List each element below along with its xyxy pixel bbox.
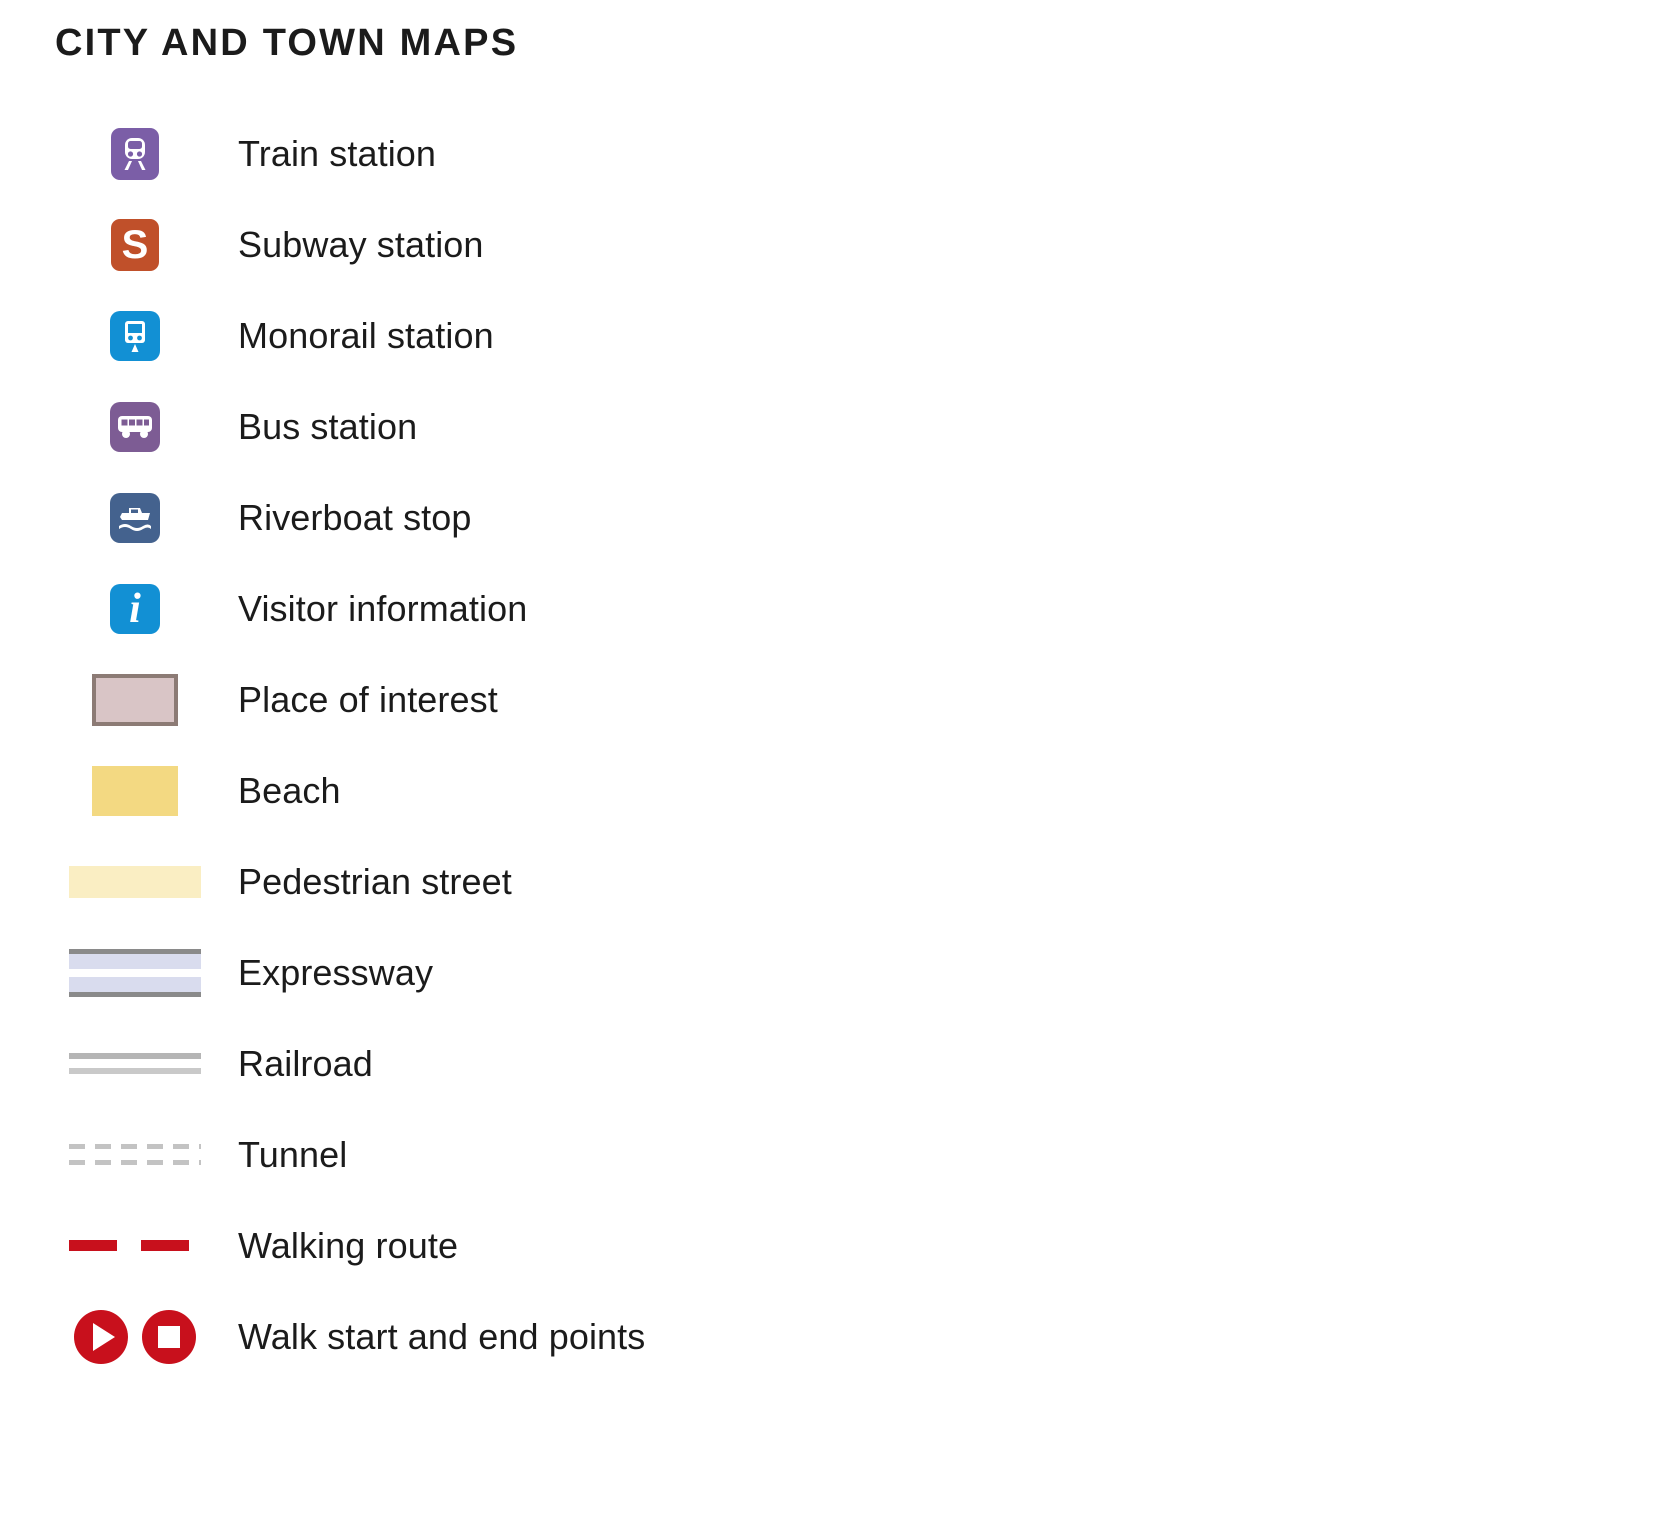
legend-label: Railroad — [238, 1042, 373, 1084]
symbol-cell — [40, 492, 230, 543]
legend-row-walking-route: Walking route — [0, 1200, 860, 1291]
symbol-cell — [40, 401, 230, 452]
subway-station-icon: S — [111, 218, 159, 271]
legend-row-train-station: Train station — [0, 108, 860, 199]
legend-row-walk-start-end-points: Walk start and end points — [0, 1291, 860, 1382]
legend-row-international-airport: International airport — [860, 108, 1666, 199]
legend-row-other-road: Other road — [860, 381, 1666, 472]
legend-row-place-of-interest: Place of interest — [0, 654, 860, 745]
walk-start-point-icon — [74, 1309, 128, 1364]
legend-label: Expressway — [238, 951, 434, 993]
legend-row-prefecture-boundary: Prefecture boundary — [860, 836, 1666, 927]
legend-label: Beach — [238, 769, 341, 811]
pedestrian-street-swatch — [69, 865, 201, 898]
legend-row-other-railroad: Other railroad — [860, 654, 1666, 745]
monorail-station-icon — [110, 310, 160, 361]
symbol-cell — [40, 310, 230, 361]
legend-row-pedestrian-street: Pedestrian street — [0, 836, 860, 927]
legend-label: Place of interest — [238, 678, 498, 720]
symbol-cell: S — [40, 218, 230, 271]
legend-label: Visitor information — [238, 587, 528, 629]
legend-label: Train station — [238, 132, 437, 174]
legend-rows-regional: International airport Expressway — [860, 108, 1666, 927]
legend-label: Bus station — [238, 405, 418, 447]
walk-start-end-points — [74, 1309, 196, 1364]
beach-swatch — [92, 765, 178, 816]
legend-row-tunnel: Tunnel — [0, 1109, 860, 1200]
symbol-cell — [40, 765, 230, 816]
legend-label: Subway station — [238, 223, 484, 265]
legend-row-shinkansen-railroad: Shinkansen railroad — [860, 563, 1666, 654]
expressway-line — [69, 948, 201, 997]
legend-row-road-tunnel: Road tunnel — [860, 472, 1666, 563]
legend-row-beach: Beach — [0, 745, 860, 836]
stop-square-icon — [158, 1325, 180, 1348]
legend-row-railroad: Railroad — [0, 1018, 860, 1109]
legend-row-main-road: Main road — [860, 290, 1666, 381]
information-letter-i: i — [129, 585, 141, 632]
symbol-cell — [40, 127, 230, 180]
train-station-icon — [111, 127, 159, 180]
walk-end-point-icon — [142, 1309, 196, 1364]
legend-row-monorail-station: Monorail station — [0, 290, 860, 381]
symbol-cell: i — [40, 583, 230, 634]
legend-row-subway-station: S Subway station — [0, 199, 860, 290]
walking-route-line — [69, 1240, 201, 1251]
legend-label: Walking route — [238, 1224, 459, 1266]
symbol-cell — [40, 1240, 230, 1251]
symbol-cell — [40, 1053, 230, 1074]
legend-row-bus-station: Bus station — [0, 381, 860, 472]
legend-row-visitor-information: i Visitor information — [0, 563, 860, 654]
riverboat-stop-icon — [110, 492, 160, 543]
legend-row-expressway-city: Expressway — [0, 927, 860, 1018]
bus-station-icon — [110, 401, 160, 452]
legend-label: Monorail station — [238, 314, 494, 356]
visitor-information-icon: i — [110, 583, 160, 634]
legend-label: Walk start and end points — [238, 1315, 646, 1357]
symbol-cell — [40, 948, 230, 997]
subway-letter-s: S — [121, 222, 149, 267]
legend-row-expressway-regional: Expressway — [860, 199, 1666, 290]
symbol-cell — [40, 673, 230, 726]
play-triangle-icon — [93, 1322, 115, 1351]
legend-row-riverboat-stop: Riverboat stop — [0, 472, 860, 563]
column-title-city-and-town-maps: CITY AND TOWN MAPS — [55, 22, 519, 64]
legend-rows-city: Train station S Subway station Monorail … — [0, 108, 860, 1382]
tunnel-line — [69, 1144, 201, 1165]
legend-label: Pedestrian street — [238, 860, 512, 902]
legend-column-city-and-town-maps: CITY AND TOWN MAPS Train station S Subwa… — [0, 0, 860, 1536]
legend-label: Tunnel — [238, 1133, 348, 1175]
symbol-cell — [40, 1144, 230, 1165]
legend-label: Riverboat stop — [238, 496, 472, 538]
legend-row-summit: Summit — [860, 745, 1666, 836]
symbol-cell — [40, 865, 230, 898]
map-legend: CITY AND TOWN MAPS Train station S Subwa… — [0, 0, 1666, 1536]
legend-column-regional-maps: REGIONAL MAPS International airport — [860, 0, 1666, 1536]
railroad-line — [69, 1053, 201, 1074]
symbol-cell — [40, 1309, 230, 1364]
place-of-interest-swatch — [92, 673, 178, 726]
